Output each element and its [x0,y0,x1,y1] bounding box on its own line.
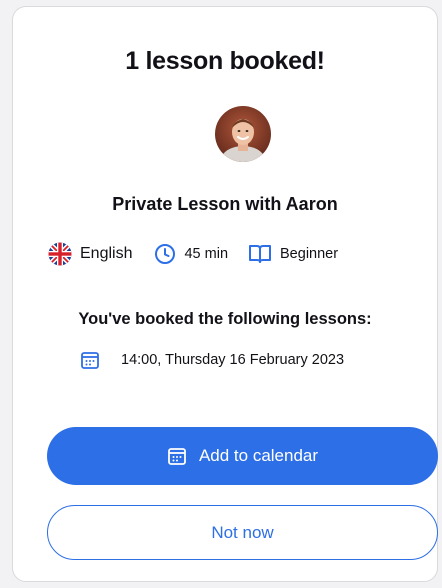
calendar-icon [167,446,187,466]
not-now-label: Not now [211,522,274,542]
calendar-icon [80,350,100,370]
level-detail: Beginner [248,243,338,265]
language-detail: English [48,242,132,266]
clock-icon [154,243,176,265]
booked-lessons-heading: You've booked the following lessons: [78,310,372,328]
confirmation-title: 1 lesson booked! [125,47,325,75]
not-now-button[interactable]: Not now [47,505,438,560]
language-label: English [80,245,133,262]
duration-detail: 45 min [154,243,228,265]
booked-lesson-item: 14:00, Thursday 16 February 2023 [80,350,344,370]
book-icon [248,243,272,265]
add-to-calendar-label: Add to calendar [198,446,319,465]
uk-flag-icon [48,242,72,266]
tutor-avatar [215,106,271,162]
booking-confirmation-card: 1 lesson booked! Private Lesson with Aar… [12,6,438,582]
duration-label: 45 min [184,246,229,262]
booked-lesson-datetime: 14:00, Thursday 16 February 2023 [121,352,345,368]
add-to-calendar-button[interactable]: Add to calendar [47,427,438,485]
lesson-title: Private Lesson with Aaron [112,194,338,214]
lesson-details: English 45 min Beginner [48,239,428,269]
level-label: Beginner [280,246,339,262]
